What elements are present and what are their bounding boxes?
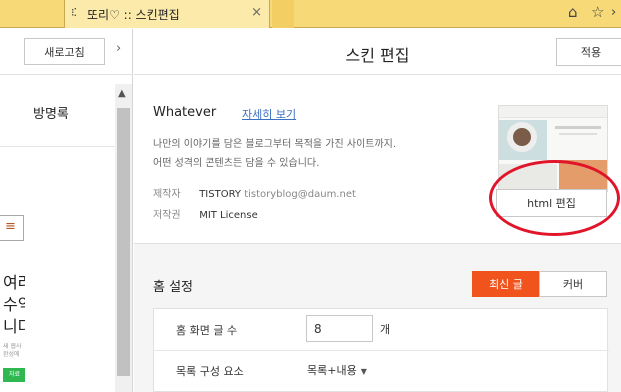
maker-value: TISTORY <box>199 189 241 200</box>
tab-cover[interactable]: 커버 <box>539 271 607 297</box>
panel-header: 스킨 편집 적용 <box>134 29 621 75</box>
thumb-text-line <box>559 133 597 135</box>
caret-down-icon: ▼ <box>360 367 367 376</box>
page-title: 스킨 편집 <box>345 46 410 65</box>
maker-email: tistoryblog@daum.net <box>244 189 356 200</box>
tab-favicon-icon: ⁝⁚ <box>71 6 77 19</box>
license-key: 저작권 <box>153 210 181 221</box>
star-icon[interactable]: ☆ <box>591 3 604 21</box>
list-component-value: 목록+내용 <box>307 364 357 377</box>
browser-tab[interactable]: ⁝⁚ 또리♡ :: 스킨편집 × <box>64 0 270 28</box>
thumb-coffee-image <box>507 122 537 152</box>
post-count-input[interactable] <box>306 315 373 342</box>
license-value: MIT License <box>199 210 258 221</box>
post-count-unit: 개 <box>380 323 391 336</box>
preview-menu-button[interactable]: ≡ <box>0 215 24 241</box>
hamburger-menu-icon: ≡ <box>5 219 16 234</box>
list-component-label: 목록 구성 요소 <box>176 365 244 378</box>
tab-title: 또리♡ :: 스킨편집 <box>87 8 180 22</box>
overflow-icon[interactable]: › <box>611 5 616 20</box>
skin-description: 나만의 이야기를 담은 블로그부터 목적을 가진 사이트까지. 어떤 성격의 콘… <box>153 139 397 169</box>
maker-key: 제작자 <box>153 189 181 200</box>
tab-close-icon[interactable]: × <box>251 5 262 20</box>
row-divider <box>154 350 609 351</box>
skin-details-link[interactable]: 자세히 보기 <box>242 106 296 122</box>
home-settings-title: 홈 설정 <box>153 280 194 295</box>
refresh-button[interactable]: 새로고침 <box>24 38 105 65</box>
preview-pane: 새로고침 › 방명록 ≡ 여러 수익 니다 새 웹사 완성에 자료 ▲ <box>0 29 133 392</box>
new-tab-button[interactable] <box>272 0 294 28</box>
apply-button[interactable]: 적용 <box>556 38 621 66</box>
collapse-chevron-icon[interactable]: › <box>116 41 121 56</box>
post-count-label: 홈 화면 글 수 <box>176 324 238 337</box>
skin-maker-row: 제작자 TISTORY tistoryblog@daum.net <box>153 185 356 200</box>
home-icon[interactable]: ⌂ <box>568 3 578 21</box>
thumb-header <box>499 106 607 118</box>
skin-edit-panel: 스킨 편집 적용 Whatever 자세히 보기 나만의 이야기를 담은 블로그… <box>134 29 621 392</box>
preview-divider <box>0 146 115 147</box>
highlight-circle <box>489 160 620 236</box>
preview-toolbar: 새로고침 › <box>0 29 133 75</box>
thumb-text-line <box>555 126 601 129</box>
scroll-up-arrow-icon[interactable]: ▲ <box>118 88 126 99</box>
preview-body-text: 새 웹사 완성에 <box>3 343 22 358</box>
list-component-select[interactable]: 목록+내용 ▼ <box>307 362 367 378</box>
skin-license-row: 저작권 MIT License <box>153 206 258 221</box>
preview-guestbook-link[interactable]: 방명록 <box>33 103 69 122</box>
tab-latest-posts[interactable]: 최신 글 <box>472 271 540 297</box>
preview-green-badge: 자료 <box>3 368 25 382</box>
home-settings-table: 홈 화면 글 수 개 목록 구성 요소 목록+내용▼ <box>153 308 609 392</box>
scroll-thumb[interactable] <box>117 108 130 376</box>
skin-name: Whatever <box>153 105 217 120</box>
preview-headline-text: 여러 수익 니다 <box>3 273 25 336</box>
preview-scrollbar[interactable]: ▲ <box>115 84 132 392</box>
browser-tab-strip: ⁝⁚ 또리♡ :: 스킨편집 × ⌂ ☆ › <box>0 0 621 28</box>
